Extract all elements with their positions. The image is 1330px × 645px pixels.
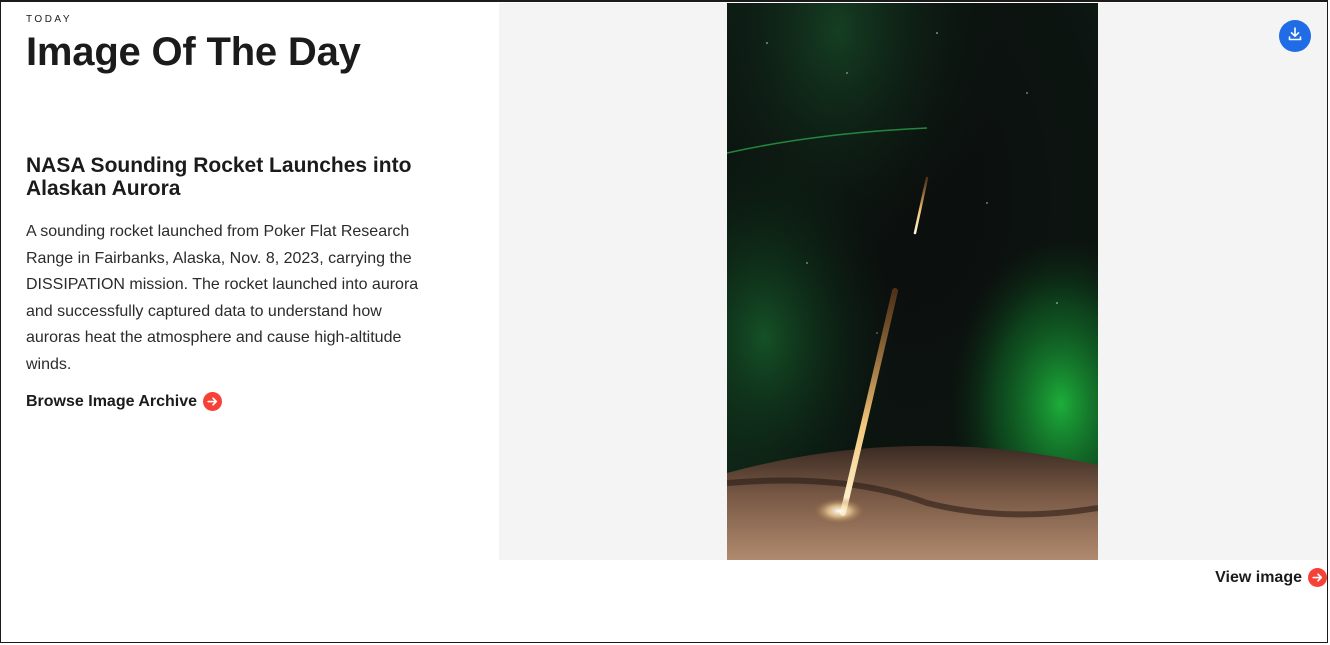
image-of-the-day-section: TODAY Image Of The Day NASA Sounding Roc… bbox=[0, 0, 1328, 643]
view-image-link[interactable]: View image bbox=[1215, 568, 1327, 587]
download-icon bbox=[1287, 26, 1303, 47]
view-image-label: View image bbox=[1215, 568, 1302, 586]
eyebrow-label: TODAY bbox=[26, 14, 73, 25]
arrow-right-circle-icon bbox=[1308, 568, 1327, 587]
image-panel bbox=[499, 3, 1327, 560]
arrow-right-circle-icon bbox=[203, 392, 223, 411]
browse-archive-label: Browse Image Archive bbox=[26, 392, 198, 410]
article-description: A sounding rocket launched from Poker Fl… bbox=[26, 223, 419, 373]
page-title: Image Of The Day bbox=[26, 30, 361, 74]
article-title: NASA Sounding Rocket Launches into Alask… bbox=[26, 154, 412, 200]
photo-illustration bbox=[727, 3, 1098, 560]
download-button[interactable] bbox=[1279, 20, 1311, 52]
browse-archive-link[interactable]: Browse Image Archive bbox=[26, 392, 223, 411]
rocket-aurora-photo[interactable] bbox=[727, 3, 1098, 560]
intro-column: TODAY Image Of The Day NASA Sounding Roc… bbox=[26, 14, 426, 411]
